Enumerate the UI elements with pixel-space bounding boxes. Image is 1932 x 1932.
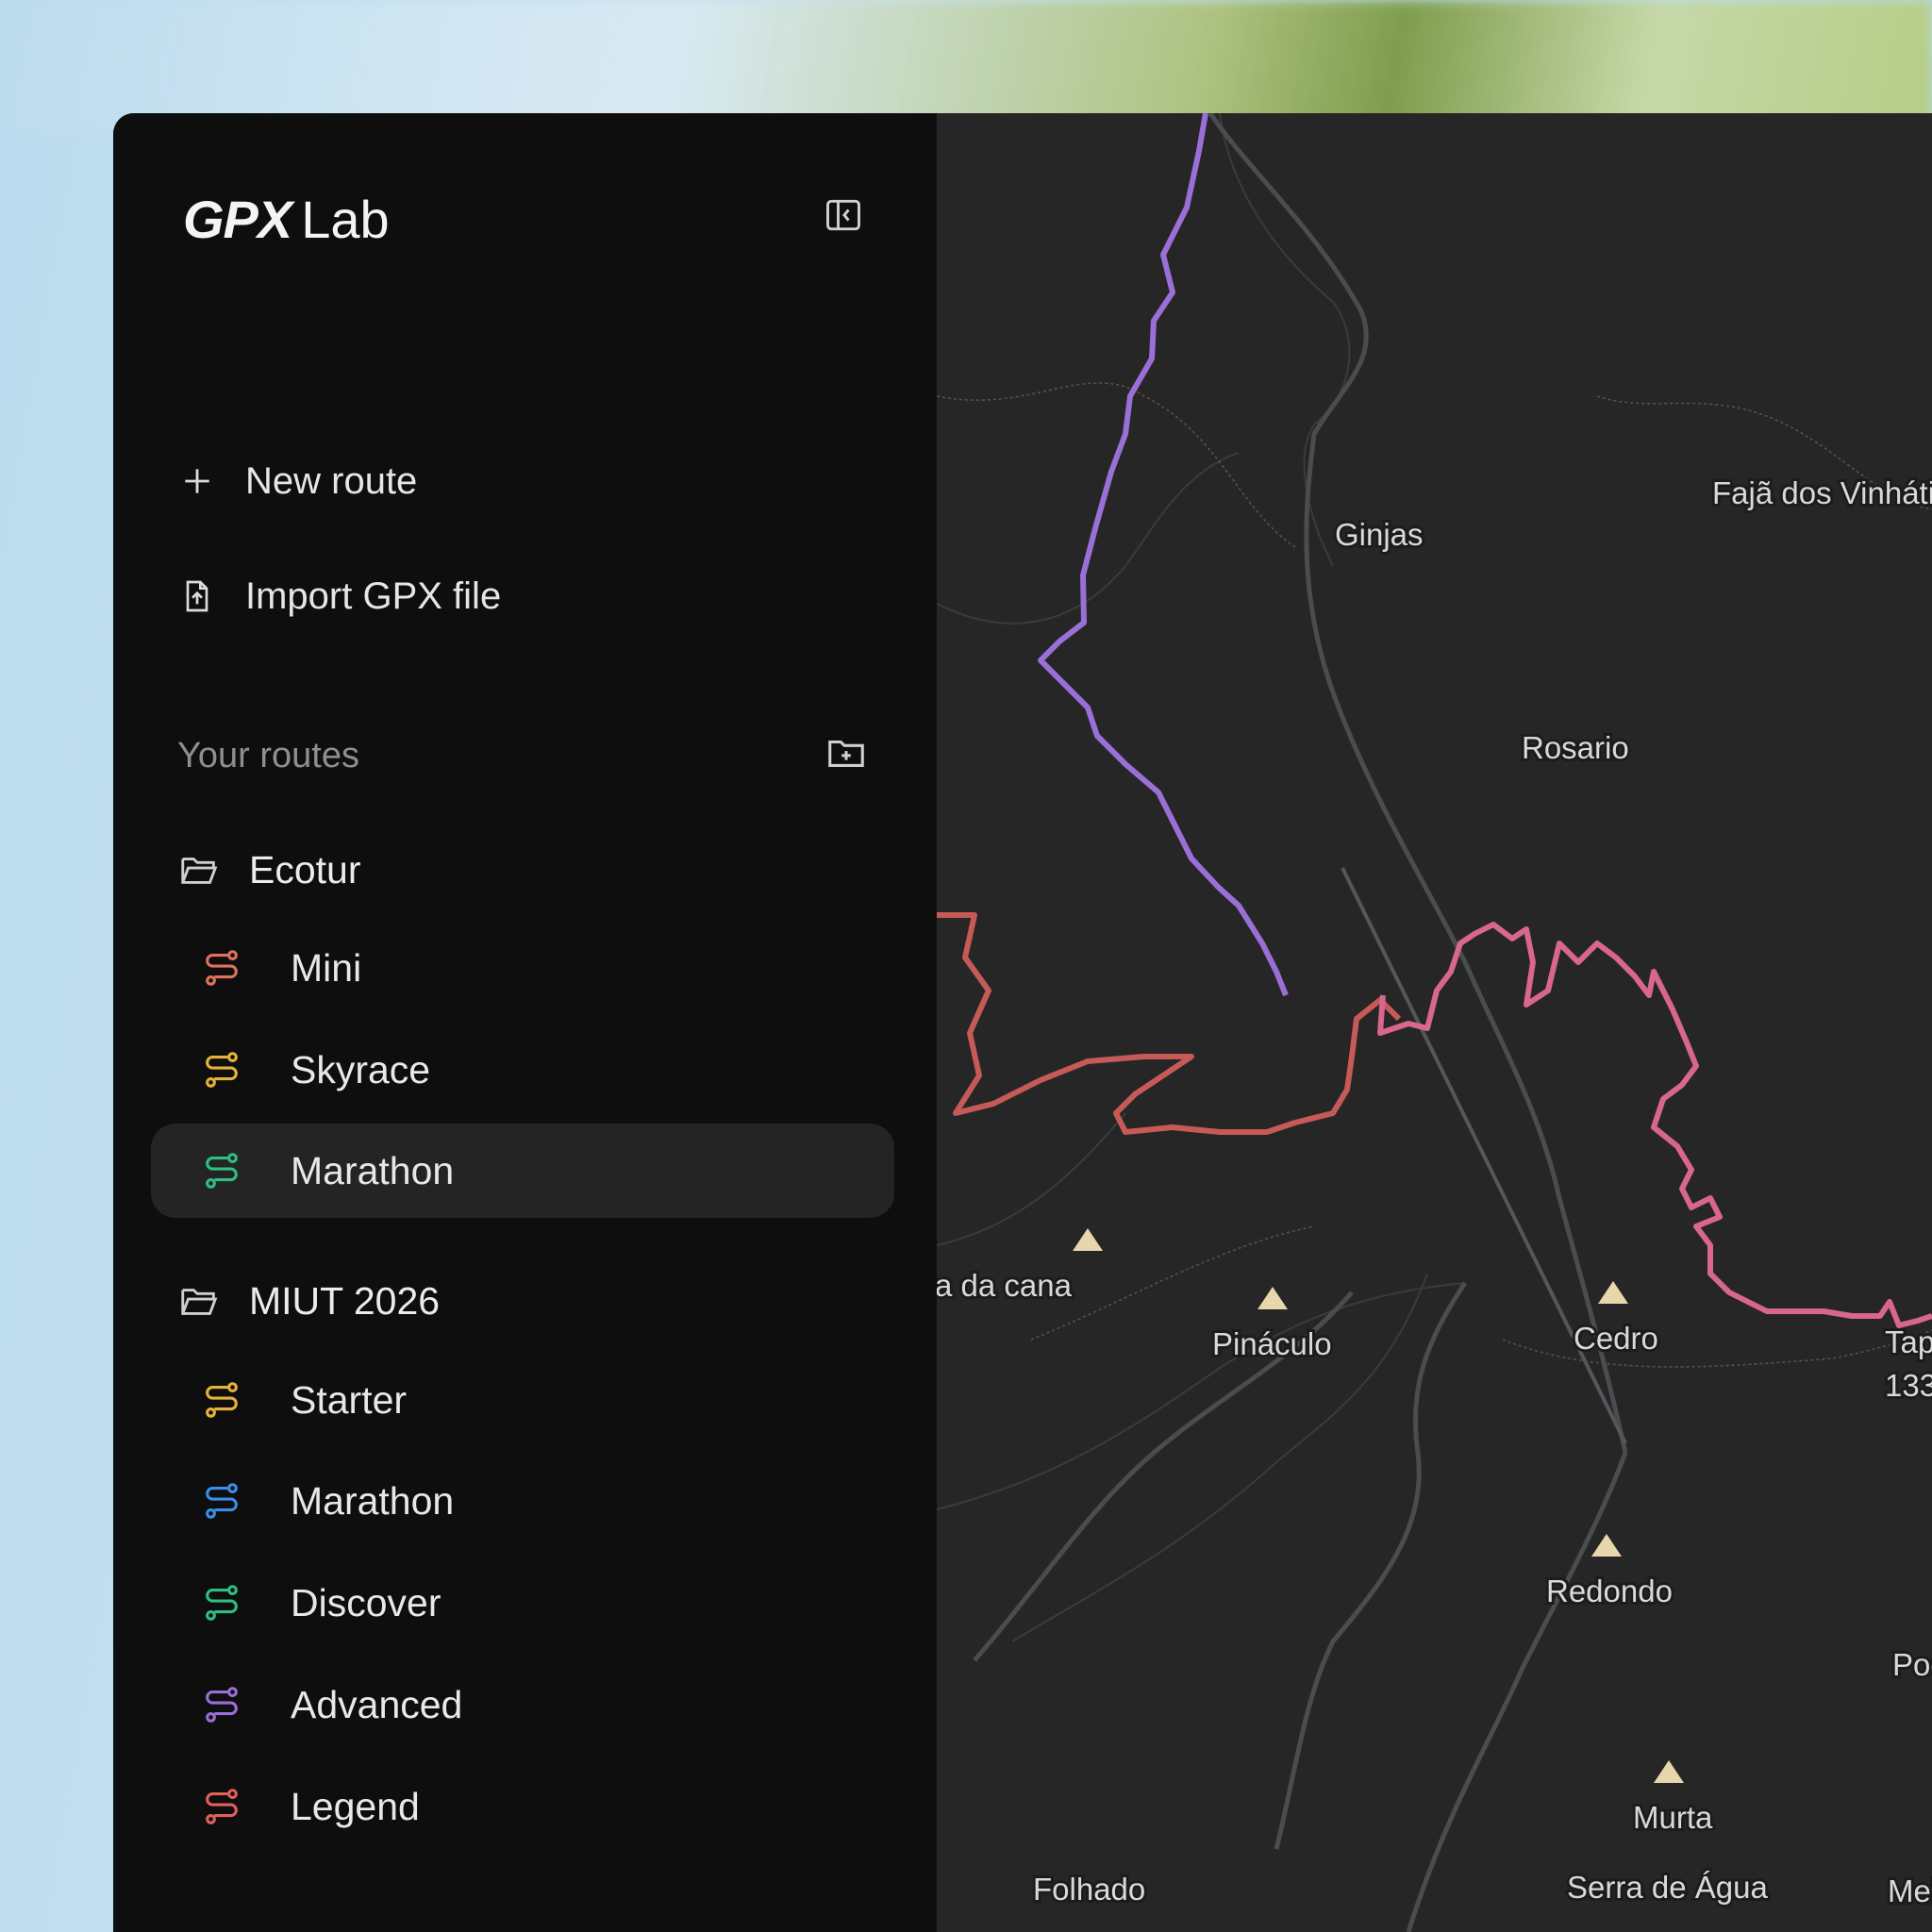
folder-miut-2026[interactable]: MIUT 2026	[177, 1273, 440, 1329]
add-folder-button[interactable]	[824, 731, 868, 774]
folder-open-icon	[181, 1289, 218, 1315]
route-name: Starter	[291, 1377, 408, 1422]
folder-plus-icon	[828, 740, 864, 767]
route-item-discover[interactable]: Discover	[151, 1556, 894, 1650]
logo-light: Lab	[301, 190, 390, 249]
route-item-marathon-miut[interactable]: Marathon	[151, 1454, 894, 1548]
route-name: Mini	[291, 945, 362, 990]
file-import-icon	[177, 576, 217, 616]
route-item-mini[interactable]: Mini	[151, 921, 894, 1015]
track-red[interactable]	[937, 912, 1402, 1135]
route-icon	[206, 1483, 238, 1519]
place-meio: Meio-Vintér	[1888, 1874, 1932, 1908]
route-item-starter[interactable]: Starter	[151, 1353, 894, 1447]
folder-open-icon	[181, 858, 218, 884]
place-rosario: Rosario	[1522, 730, 1629, 765]
route-icon	[206, 1687, 238, 1723]
sidebar: GPX Lab New route Import GPX file Your ro…	[113, 113, 937, 1932]
place-folhado-wrap: Folhado	[1030, 1868, 1148, 1909]
route-name: Marathon	[291, 1478, 455, 1523]
map-canvas[interactable]: Ginjas Fajã dos Vinháticos Rosario a da …	[937, 113, 1932, 1932]
place-pinaculo: Pináculo	[1212, 1326, 1332, 1361]
place-faja: Fajã dos Vinháticos	[1712, 475, 1932, 510]
route-icon	[206, 1052, 238, 1088]
route-icon	[206, 1382, 238, 1418]
place-tap: Tap	[1885, 1324, 1932, 1359]
folder-ecotur[interactable]: Ecotur	[177, 841, 361, 898]
route-name: Discover	[291, 1580, 441, 1624]
new-route-button[interactable]: New route	[177, 453, 417, 509]
place-pocinha: Pocinha	[1892, 1647, 1932, 1682]
folder-name: Ecotur	[249, 847, 361, 891]
folhado-label-svg: Folhado	[1030, 1869, 1148, 1909]
place-serra: Serra de Água	[1567, 1870, 1768, 1905]
map-view[interactable]: Ginjas Fajã dos Vinháticos Rosario a da …	[937, 113, 1932, 1932]
logo-bold: GPX	[183, 190, 292, 249]
place-tap-number: 133	[1885, 1368, 1932, 1403]
route-name: Legend	[291, 1784, 420, 1828]
route-icon	[206, 1789, 238, 1824]
place-ginjas: Ginjas	[1335, 517, 1424, 552]
route-name: Skyrace	[291, 1047, 431, 1091]
track-pink[interactable]	[1377, 922, 1932, 1328]
route-item-marathon-ecotur[interactable]: Marathon	[151, 1124, 894, 1218]
import-gpx-label: Import GPX file	[245, 575, 502, 617]
route-item-advanced[interactable]: Advanced	[151, 1657, 894, 1752]
place-da-cana: a da cana	[937, 1268, 1073, 1303]
collapse-sidebar-button[interactable]	[823, 194, 864, 236]
route-icon	[206, 1585, 238, 1621]
sidebar-collapse-icon	[826, 199, 860, 231]
place-folhado: Folhado	[1033, 1872, 1145, 1907]
place-cedro: Cedro	[1574, 1321, 1658, 1356]
route-item-legend[interactable]: Legend	[151, 1759, 894, 1854]
folder-name: MIUT 2026	[249, 1278, 441, 1323]
plus-icon	[177, 461, 217, 501]
desktop-wallpaper	[0, 0, 1932, 132]
import-gpx-button[interactable]: Import GPX file	[177, 568, 501, 625]
route-item-skyrace[interactable]: Skyrace	[151, 1023, 894, 1117]
route-name: Advanced	[291, 1682, 463, 1726]
app-logo: GPX Lab	[183, 189, 390, 250]
app-window: GPX Lab New route Import GPX file Your ro…	[113, 113, 1932, 1932]
route-icon	[206, 950, 238, 986]
place-redondo: Redondo	[1546, 1574, 1673, 1608]
route-name: Marathon	[291, 1148, 455, 1192]
route-icon	[206, 1153, 238, 1189]
place-murta: Murta	[1633, 1800, 1713, 1835]
new-route-label: New route	[245, 459, 418, 502]
track-purple[interactable]	[1038, 113, 1289, 997]
your-routes-label: Your routes	[177, 736, 359, 775]
